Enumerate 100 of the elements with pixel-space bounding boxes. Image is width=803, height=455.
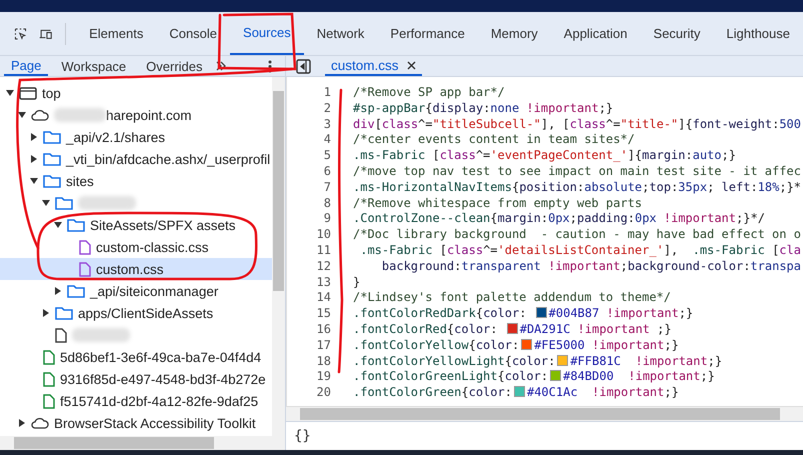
line-number: 4	[322, 132, 332, 148]
line-number: 16	[316, 322, 332, 338]
tree-item[interactable]: _vti_bin/afdcache.ashx/_userprofil	[0, 148, 272, 170]
expand-arrow-icon[interactable]	[30, 155, 38, 163]
code-line: .fontColorGreen{color: #40C1Ac !important;}	[353, 385, 679, 401]
tree-item[interactable]: harepoint.com	[0, 104, 272, 126]
line-number: 10	[316, 227, 332, 243]
expand-arrow-icon[interactable]	[30, 133, 38, 141]
tree-label: 9316f85d-e497-4548-bd3f-4b272e	[60, 372, 266, 386]
tree-label: custom.css	[96, 262, 164, 276]
expand-arrow-icon[interactable]	[18, 111, 26, 119]
cloud-icon	[31, 109, 49, 121]
line-number: 9	[322, 211, 332, 228]
file-icon	[43, 372, 55, 386]
tree-item[interactable]: SiteAssets/SPFX assets	[0, 214, 272, 236]
line-number: 2	[322, 100, 332, 117]
panel-tab[interactable]: Application	[550, 12, 640, 55]
line-number: 3	[322, 116, 332, 132]
panel-tab[interactable]: Memory	[478, 12, 551, 55]
panel-tab[interactable]: Security	[640, 12, 714, 55]
tree-label: custom-classic.css	[96, 240, 209, 254]
expand-arrow-icon[interactable]	[42, 309, 50, 317]
code-line: .fontColorRed{color: #DA291C !important ;}	[353, 322, 672, 338]
line-number: 14	[316, 290, 332, 306]
close-icon[interactable]	[406, 60, 416, 70]
tree-item[interactable]: top	[0, 82, 272, 104]
folder-icon	[67, 284, 85, 298]
vertical-scrollbar[interactable]	[272, 77, 285, 436]
code-line: }	[353, 274, 360, 290]
code-line: #sp-appBar{display:none !important;}	[353, 100, 614, 117]
horizontal-scrollbar[interactable]	[0, 436, 285, 450]
code-line: .ControlZone--clean{margin:0px;padding:0px !important;}*/	[353, 211, 765, 228]
tree-item[interactable]: f515741d-d2bf-4a12-82fe-9daf25	[0, 390, 272, 412]
file-icon	[55, 328, 67, 342]
tree-label: top	[42, 86, 61, 100]
pretty-print-button[interactable]: {}	[294, 428, 311, 444]
line-number: 12	[316, 258, 332, 275]
code-line: /*Lindsey's font palette addendum to theme*/	[353, 290, 671, 306]
code-line: .fontColorYellow{color: #FE5000 !important;}	[353, 338, 679, 354]
navigator-tab[interactable]: Overrides	[139, 56, 210, 76]
file-icon	[79, 240, 91, 254]
tree-item[interactable]: 9316f85d-e497-4548-bd3f-4b272e	[0, 368, 272, 390]
tree-item[interactable]: _api/v2.1/shares	[0, 126, 272, 148]
expand-arrow-icon[interactable]	[54, 221, 62, 229]
line-number: 13	[316, 274, 332, 290]
tree-label: _vti_bin/afdcache.ashx/_userprofil	[66, 152, 270, 166]
sidebar-toggle-icon[interactable]	[296, 58, 311, 74]
tree-label: 5d86bef1-3e6f-49ca-ba7e-04f4d4	[60, 350, 262, 364]
line-number: 20	[316, 385, 332, 401]
line-number: 11	[316, 242, 332, 259]
navigator-tab[interactable]: Page	[4, 56, 48, 76]
expand-arrow-icon[interactable]	[42, 199, 50, 207]
code-line: .ms-Fabric [class^='eventPageContent_']{margin:auto;}	[353, 148, 736, 164]
folder-icon	[55, 306, 73, 320]
folder-icon	[43, 152, 61, 166]
more-tabs-icon[interactable]	[216, 61, 226, 71]
code-line: /*Doc library background - caution - may have bad effect on o	[353, 227, 801, 243]
line-number: 7	[322, 180, 332, 196]
panel-tab[interactable]: Lighthouse	[713, 12, 803, 55]
file-icon	[79, 262, 91, 276]
panel-tab[interactable]: Console	[156, 12, 230, 55]
expand-arrow-icon[interactable]	[6, 89, 14, 97]
tree-item[interactable]: 5d86bef1-3e6f-49ca-ba7e-04f4d4	[0, 346, 272, 368]
code-line: /*move top nav test to see impact on main test site - it affec	[353, 164, 801, 180]
expand-arrow-icon[interactable]	[18, 419, 26, 427]
code-line: /*Remove SP app bar*/	[353, 85, 505, 101]
folder-icon	[43, 130, 61, 144]
tree-item[interactable]: _api/siteiconmanager	[0, 280, 272, 302]
file-tab[interactable]: custom.css	[325, 56, 422, 76]
line-number: 19	[316, 369, 332, 386]
line-number: 1	[322, 85, 332, 101]
tree-item[interactable]: apps/ClientSideAssets	[0, 302, 272, 324]
tree-label: apps/ClientSideAssets	[78, 306, 214, 320]
expand-arrow-icon[interactable]	[30, 177, 38, 185]
expand-arrow-icon[interactable]	[54, 287, 62, 295]
folder-icon	[55, 196, 73, 210]
tree-item[interactable]: custom-classic.css	[0, 236, 272, 258]
line-number: 17	[316, 338, 332, 354]
file-icon	[43, 394, 55, 408]
horizontal-scrollbar[interactable]	[286, 406, 803, 421]
panel-tab[interactable]: Elements	[76, 12, 156, 55]
code-line: div[class^="titleSubcell-"], [class^="title-"]{font-weight:500	[353, 116, 802, 132]
tree-label: BrowserStack Accessibility Toolkit	[54, 416, 256, 430]
panel-tab[interactable]: Network	[304, 12, 378, 55]
tree-label: f515741d-d2bf-4a12-82fe-9daf25	[60, 394, 258, 408]
code-line: .ms-Fabric [class^='detailsListContainer_'], .ms-Fabric [cla	[359, 242, 801, 259]
line-number: 6	[322, 164, 332, 180]
tree-label: _api/siteiconmanager	[90, 284, 218, 298]
panel-tab[interactable]: Performance	[377, 12, 478, 55]
tree-item[interactable]: sites	[0, 170, 272, 192]
cloud-icon	[31, 417, 49, 429]
tree-item[interactable]: BrowserStack Accessibility Toolkit	[0, 412, 272, 434]
code-line: background:transparent !important;background-color:transpa	[380, 258, 801, 275]
navigator-tab[interactable]: Workspace	[54, 56, 134, 76]
folder-icon	[67, 218, 85, 232]
line-number: 18	[316, 354, 332, 370]
tree-item[interactable]: custom.css	[0, 258, 272, 280]
code-line: .fontColorYellowLight{color: #FFB81C !important;}	[353, 354, 722, 370]
tree-label: sites	[66, 174, 94, 188]
code-line: .fontColorRedDark{color: #004B87 !important;}	[353, 306, 694, 322]
